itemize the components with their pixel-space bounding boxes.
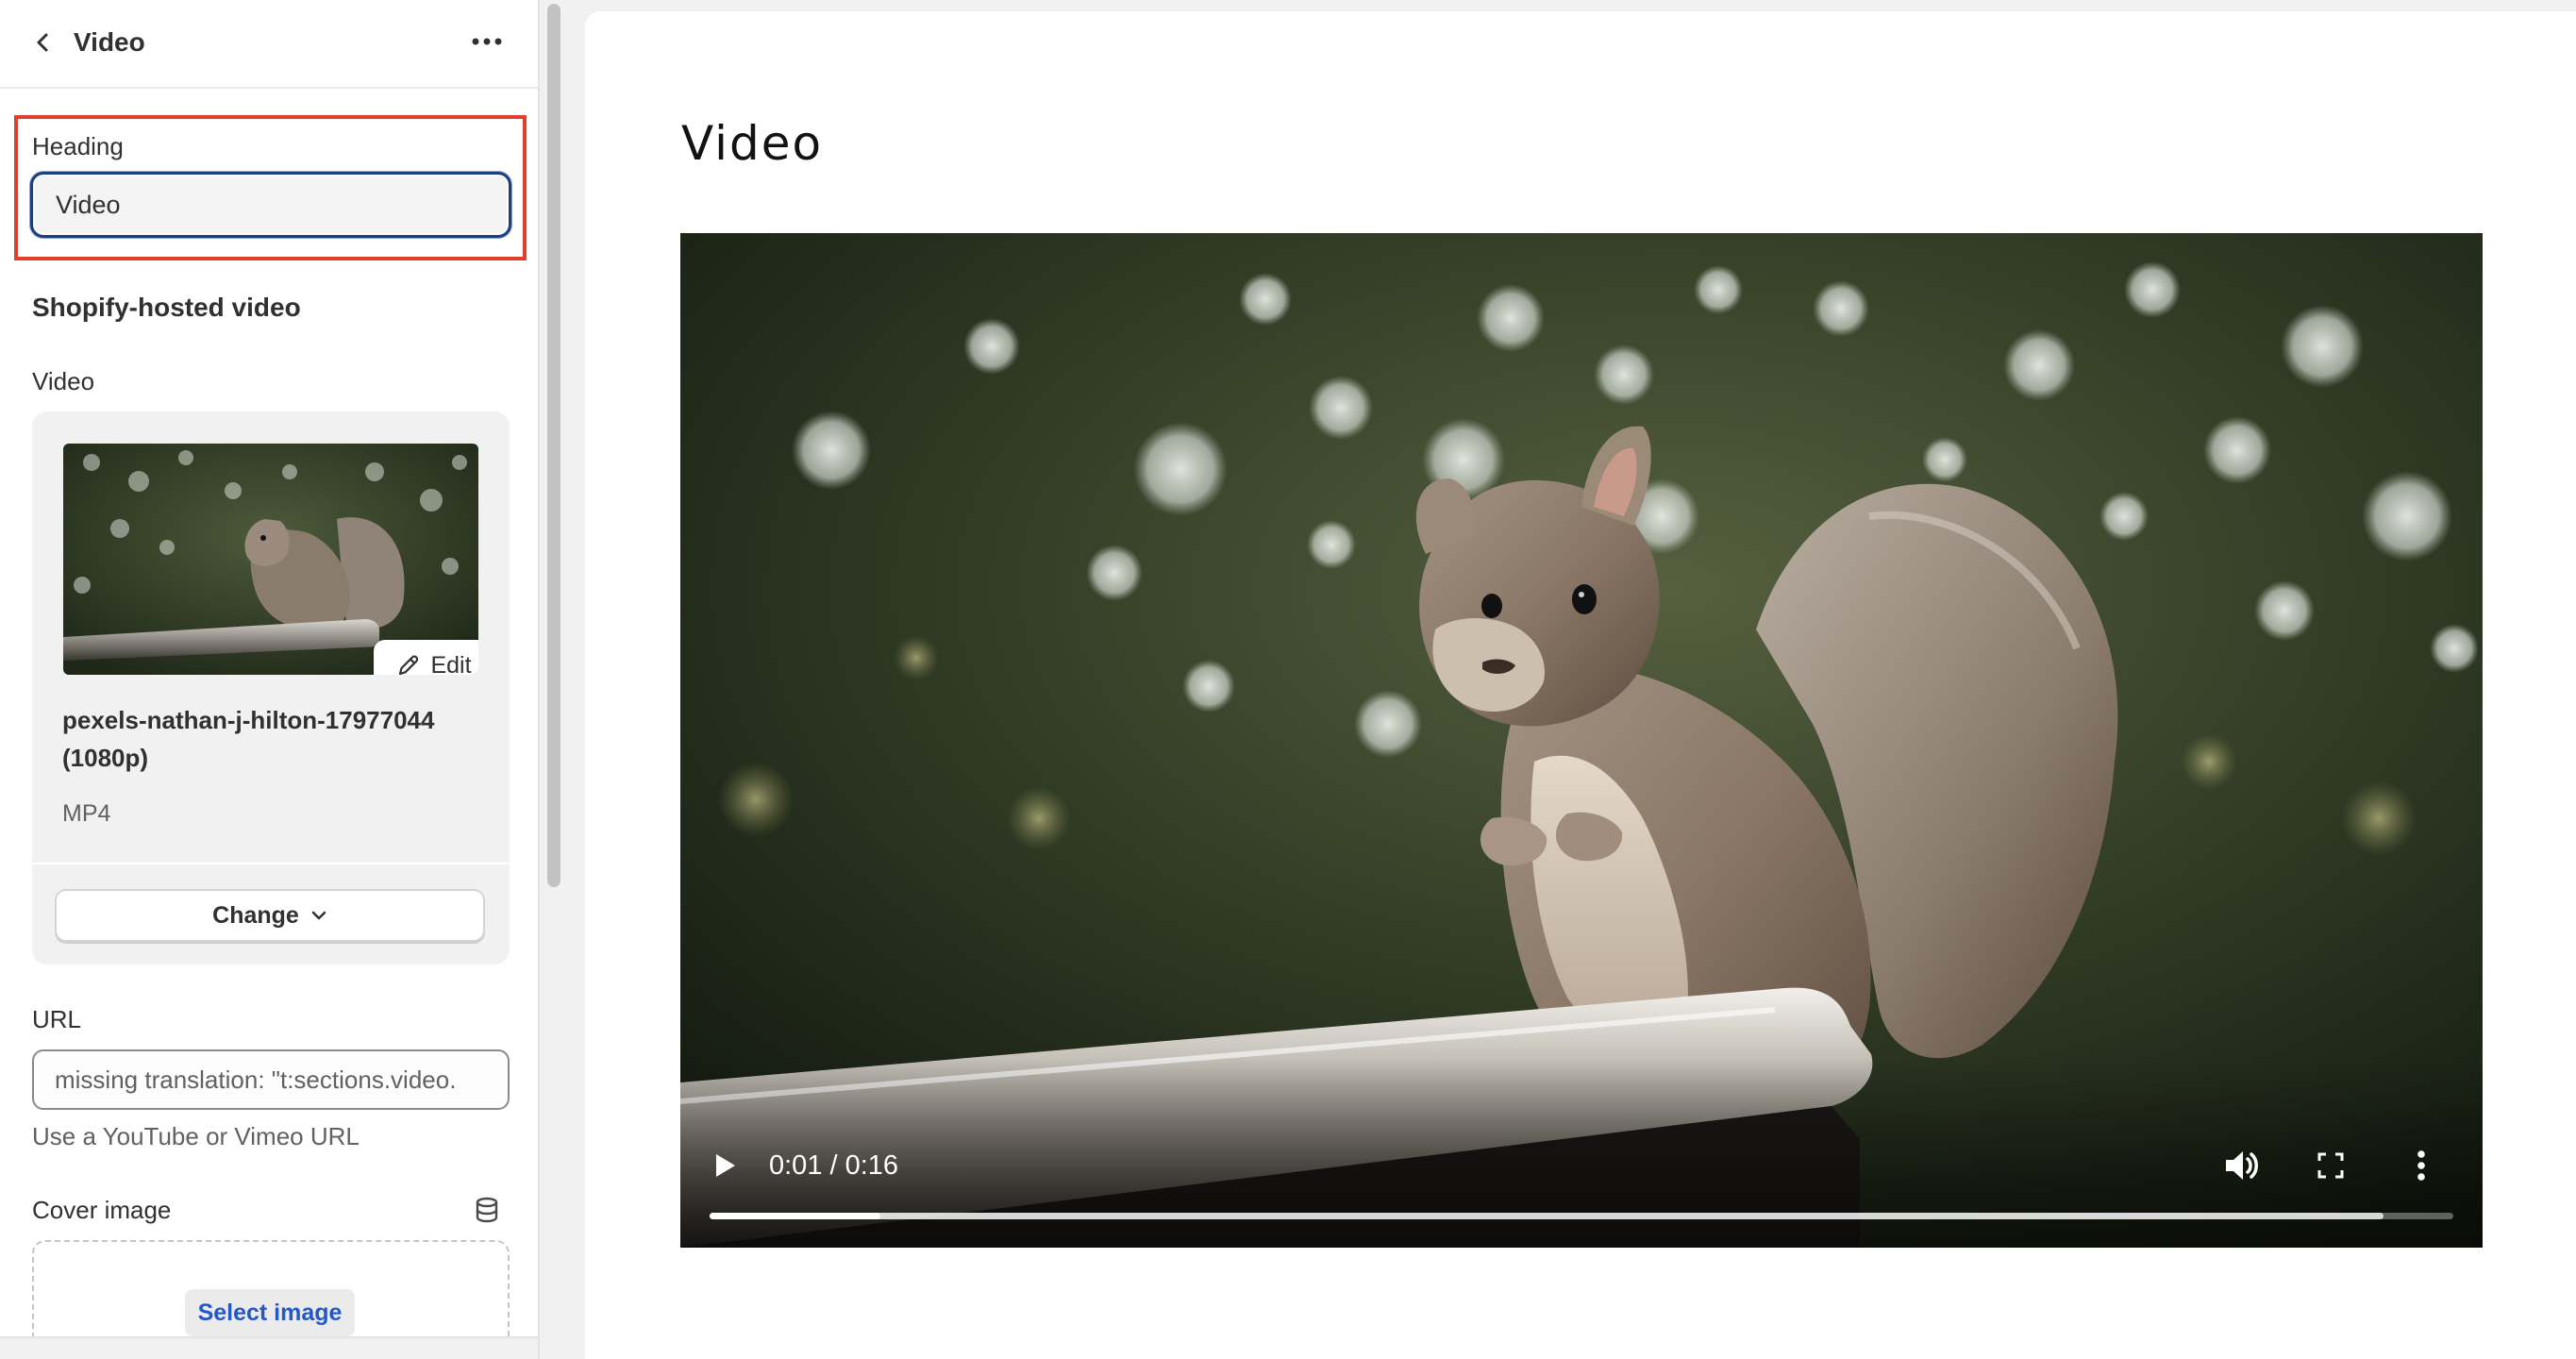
fullscreen-icon[interactable] (2312, 1147, 2350, 1184)
video-file-type: MP4 (62, 800, 111, 827)
settings-sidebar: Video Heading Shopify-hosted video Video (0, 0, 540, 1359)
video-thumbnail[interactable]: Edit (63, 444, 478, 675)
chevron-down-icon (311, 911, 326, 920)
heading-input[interactable] (30, 172, 511, 238)
more-vertical-icon[interactable] (2402, 1145, 2440, 1186)
video-file-card: Edit pexels-nathan-j-hilton-17977044 (10… (32, 411, 510, 965)
pencil-icon (399, 655, 419, 675)
controls-overlay (680, 1059, 2483, 1248)
sidebar-scrollbar-thumb[interactable] (547, 4, 560, 887)
video-field-label: Video (32, 367, 95, 395)
sidebar-header: Video (0, 0, 538, 89)
time-display: 0:01 / 0:16 (769, 1150, 899, 1181)
more-actions-button[interactable] (464, 23, 510, 60)
play-icon[interactable] (705, 1147, 743, 1184)
progress-bar[interactable] (710, 1213, 2453, 1219)
hosted-video-section-title: Shopify-hosted video (32, 293, 301, 322)
change-video-button[interactable]: Change (55, 889, 485, 942)
progress-buffered (710, 1213, 2384, 1219)
url-input[interactable] (32, 1049, 510, 1110)
back-icon (37, 33, 48, 52)
sidebar-title: Video (74, 27, 145, 57)
preview-video-heading: Video (681, 116, 824, 171)
volume-icon[interactable] (2220, 1145, 2262, 1186)
sidebar-footer-edge (0, 1336, 538, 1359)
card-divider (32, 863, 510, 864)
edit-video-button[interactable]: Edit (374, 640, 478, 675)
database-icon[interactable] (472, 1195, 502, 1225)
progress-played (710, 1213, 881, 1219)
cover-image-label: Cover image (32, 1196, 172, 1224)
heading-label: Heading (32, 132, 124, 160)
edit-label: Edit (430, 651, 472, 676)
select-image-button[interactable]: Select image (185, 1289, 355, 1336)
more-horizontal-icon (472, 38, 502, 45)
preview-panel: Video 0:01 / 0:16 (585, 11, 2576, 1359)
video-file-name: pexels-nathan-j-hilton-17977044 (1080p) (62, 706, 435, 772)
change-label: Change (212, 901, 299, 929)
back-button[interactable] (25, 24, 62, 61)
video-player[interactable]: 0:01 / 0:16 (680, 233, 2483, 1248)
url-label: URL (32, 1005, 82, 1033)
url-help-text: Use a YouTube or Vimeo URL (32, 1122, 360, 1150)
